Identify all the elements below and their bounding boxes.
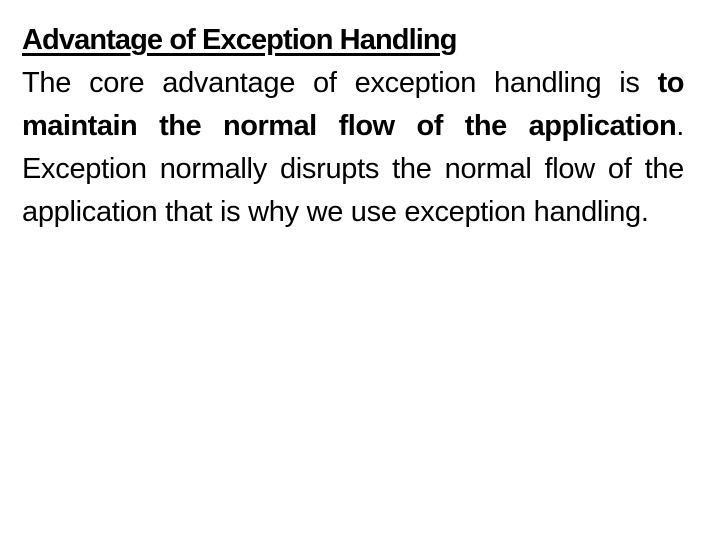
slide-content: Advantage of Exception Handling The core…	[22, 19, 685, 234]
body-paragraph: The core advantage of exception handling…	[22, 62, 685, 234]
slide-title: Advantage of Exception Handling	[22, 24, 457, 56]
paragraph-lead-text: The core advantage of exception handling…	[22, 67, 658, 99]
